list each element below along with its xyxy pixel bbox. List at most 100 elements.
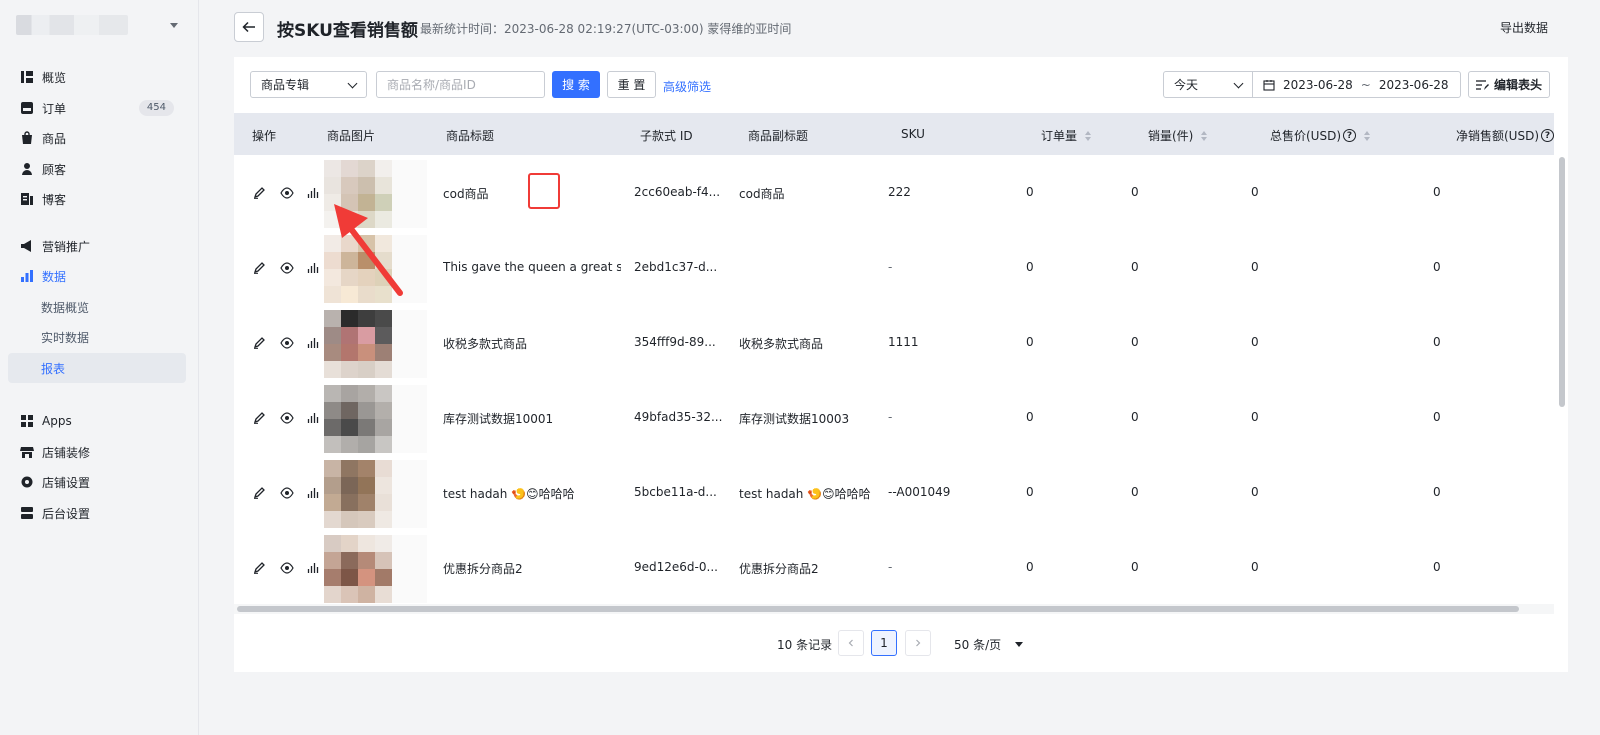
sidebar-item-label: 顾客 — [42, 162, 67, 177]
page-size-select[interactable]: 50 条/页 — [954, 636, 1024, 653]
sort-icon — [1085, 130, 1092, 141]
cell-subtitle: cod商品 — [739, 187, 785, 201]
page-number-button[interactable]: 1 — [871, 630, 897, 656]
back-button[interactable] — [234, 12, 264, 42]
data-chart-icon[interactable] — [306, 260, 321, 275]
advanced-filter-link[interactable]: 高级筛选 — [663, 78, 711, 95]
table-header: 操作 商品图片 商品标题 子款式 ID 商品副标题 SKU 订单量 销量(件) … — [234, 113, 1554, 155]
sidebar-item-marketing[interactable]: 营销推广 — [8, 231, 186, 261]
product-image-bg — [392, 310, 427, 378]
sidebar-item-admin-settings[interactable]: 后台设置 — [8, 498, 186, 528]
period-select[interactable]: 今天 — [1163, 71, 1253, 98]
data-chart-icon[interactable] — [306, 560, 321, 575]
edit-icon[interactable] — [252, 185, 267, 200]
sidebar-item-data-overview[interactable]: 数据概览 — [8, 292, 186, 322]
total-records: 10 条记录 — [777, 638, 833, 652]
eye-icon[interactable] — [279, 485, 294, 500]
data-chart-icon[interactable] — [306, 410, 321, 425]
sidebar-item-store-design[interactable]: 店铺装修 — [8, 437, 186, 467]
export-data-link[interactable]: 导出数据 — [1500, 19, 1548, 36]
next-page-button[interactable] — [905, 630, 931, 656]
cell-sales: 0 — [1131, 260, 1139, 274]
eye-icon[interactable] — [279, 410, 294, 425]
edit-icon[interactable] — [252, 560, 267, 575]
chevron-left-icon — [848, 639, 853, 647]
sidebar-item-label: 概览 — [42, 70, 67, 85]
sidebar-item-products[interactable]: 商品 — [8, 123, 186, 153]
eye-icon[interactable] — [279, 335, 294, 350]
col-total-price[interactable]: 总售价(USD)? — [1270, 127, 1371, 144]
table-row: 库存测试数据10001 49bfad35-32... 库存测试数据10003 - 0 0 0… — [234, 380, 1554, 457]
chevron-down-icon — [347, 78, 358, 89]
pagination: 10 条记录 1 50 条/页 — [234, 628, 1568, 658]
cell-sales: 0 — [1131, 560, 1139, 574]
col-image: 商品图片 — [327, 129, 376, 143]
cell-title: 优惠拆分商品2 — [443, 562, 523, 576]
row-actions — [252, 185, 321, 200]
cell-total-price: 0 — [1251, 185, 1259, 199]
eye-icon[interactable] — [279, 560, 294, 575]
col-net-sales-label: 净销售额(USD) — [1456, 129, 1540, 143]
sidebar-item-label: 报表 — [41, 361, 66, 376]
settings-icon — [20, 475, 34, 489]
edit-icon[interactable] — [252, 260, 267, 275]
col-sales-label: 销量(件) — [1148, 129, 1194, 143]
product-image-bg — [392, 535, 427, 603]
store-switcher[interactable] — [16, 14, 186, 36]
data-chart-icon[interactable] — [306, 185, 321, 200]
table-row: cod商品 2cc60eab-f4... cod商品 222 0 0 0 0 — [234, 155, 1554, 232]
cell-variant-id: 2cc60eab-f4... — [634, 185, 721, 199]
sidebar-item-overview[interactable]: 概览 — [8, 62, 186, 92]
table-row: 收税多款式商品 354fff9d-89... 收税多款式商品 1111 0 0 0 0 — [234, 305, 1554, 382]
sidebar-item-orders[interactable]: 订单 454 — [8, 93, 186, 123]
date-start: 2023-06-28 — [1283, 77, 1353, 92]
apps-icon — [20, 414, 34, 428]
order-icon — [20, 101, 34, 115]
collection-select[interactable]: 商品专辑 — [250, 71, 367, 98]
sidebar: 概览 订单 454 商品 顾客 博客 营销推广 数据 数据概览 实时数据 报表 … — [0, 0, 199, 735]
cell-orders: 0 — [1026, 410, 1034, 424]
cell-total-price: 0 — [1251, 335, 1259, 349]
edit-header-button[interactable]: 编辑表头 — [1468, 71, 1550, 98]
cell-sales: 0 — [1131, 185, 1139, 199]
col-net-sales[interactable]: 净销售额(USD)? — [1456, 127, 1554, 144]
horizontal-scrollbar[interactable] — [237, 606, 1519, 612]
cell-title: This gave the queen a great sh... — [443, 260, 621, 274]
calendar-icon — [1263, 79, 1275, 91]
edit-icon[interactable] — [252, 335, 267, 350]
data-chart-icon[interactable] — [306, 335, 321, 350]
col-orders[interactable]: 订单量 — [1041, 127, 1092, 144]
sidebar-item-realtime-data[interactable]: 实时数据 — [8, 322, 186, 352]
sidebar-item-store-settings[interactable]: 店铺设置 — [8, 467, 186, 497]
search-button[interactable]: 搜 索 — [552, 71, 600, 98]
date-range-picker[interactable]: 2023-06-28 ~ 2023-06-28 — [1252, 71, 1461, 98]
eye-icon[interactable] — [279, 260, 294, 275]
cell-orders: 0 — [1026, 485, 1034, 499]
help-icon[interactable]: ? — [1343, 129, 1357, 142]
data-chart-icon[interactable] — [306, 485, 321, 500]
eye-icon[interactable] — [279, 185, 294, 200]
prev-page-button[interactable] — [838, 630, 864, 656]
sidebar-item-label: 营销推广 — [42, 239, 91, 254]
sidebar-item-data[interactable]: 数据 — [8, 261, 186, 291]
reset-button[interactable]: 重 置 — [607, 71, 656, 98]
help-icon[interactable]: ? — [1541, 129, 1554, 142]
cell-total-price: 0 — [1251, 485, 1259, 499]
cell-net-sales: 0 — [1433, 560, 1441, 574]
cell-sales: 0 — [1131, 485, 1139, 499]
caret-down-icon — [1015, 642, 1024, 647]
cell-subtitle: test hadah 🍤😊哈哈哈 — [739, 487, 871, 501]
edit-icon[interactable] — [252, 410, 267, 425]
product-image — [324, 535, 392, 603]
cell-title: test hadah 🍤😊哈哈哈 — [443, 487, 575, 501]
chevron-right-icon — [916, 639, 921, 647]
search-input[interactable]: 商品名称/商品ID — [376, 71, 545, 98]
sidebar-item-blog[interactable]: 博客 — [8, 184, 186, 214]
sidebar-item-apps[interactable]: Apps — [8, 406, 186, 436]
edit-icon[interactable] — [252, 485, 267, 500]
cell-orders: 0 — [1026, 335, 1034, 349]
col-sales[interactable]: 销量(件) — [1148, 127, 1208, 144]
sidebar-item-customers[interactable]: 顾客 — [8, 154, 186, 184]
vertical-scrollbar[interactable] — [1559, 157, 1565, 407]
sidebar-item-reports[interactable]: 报表 — [8, 353, 186, 383]
